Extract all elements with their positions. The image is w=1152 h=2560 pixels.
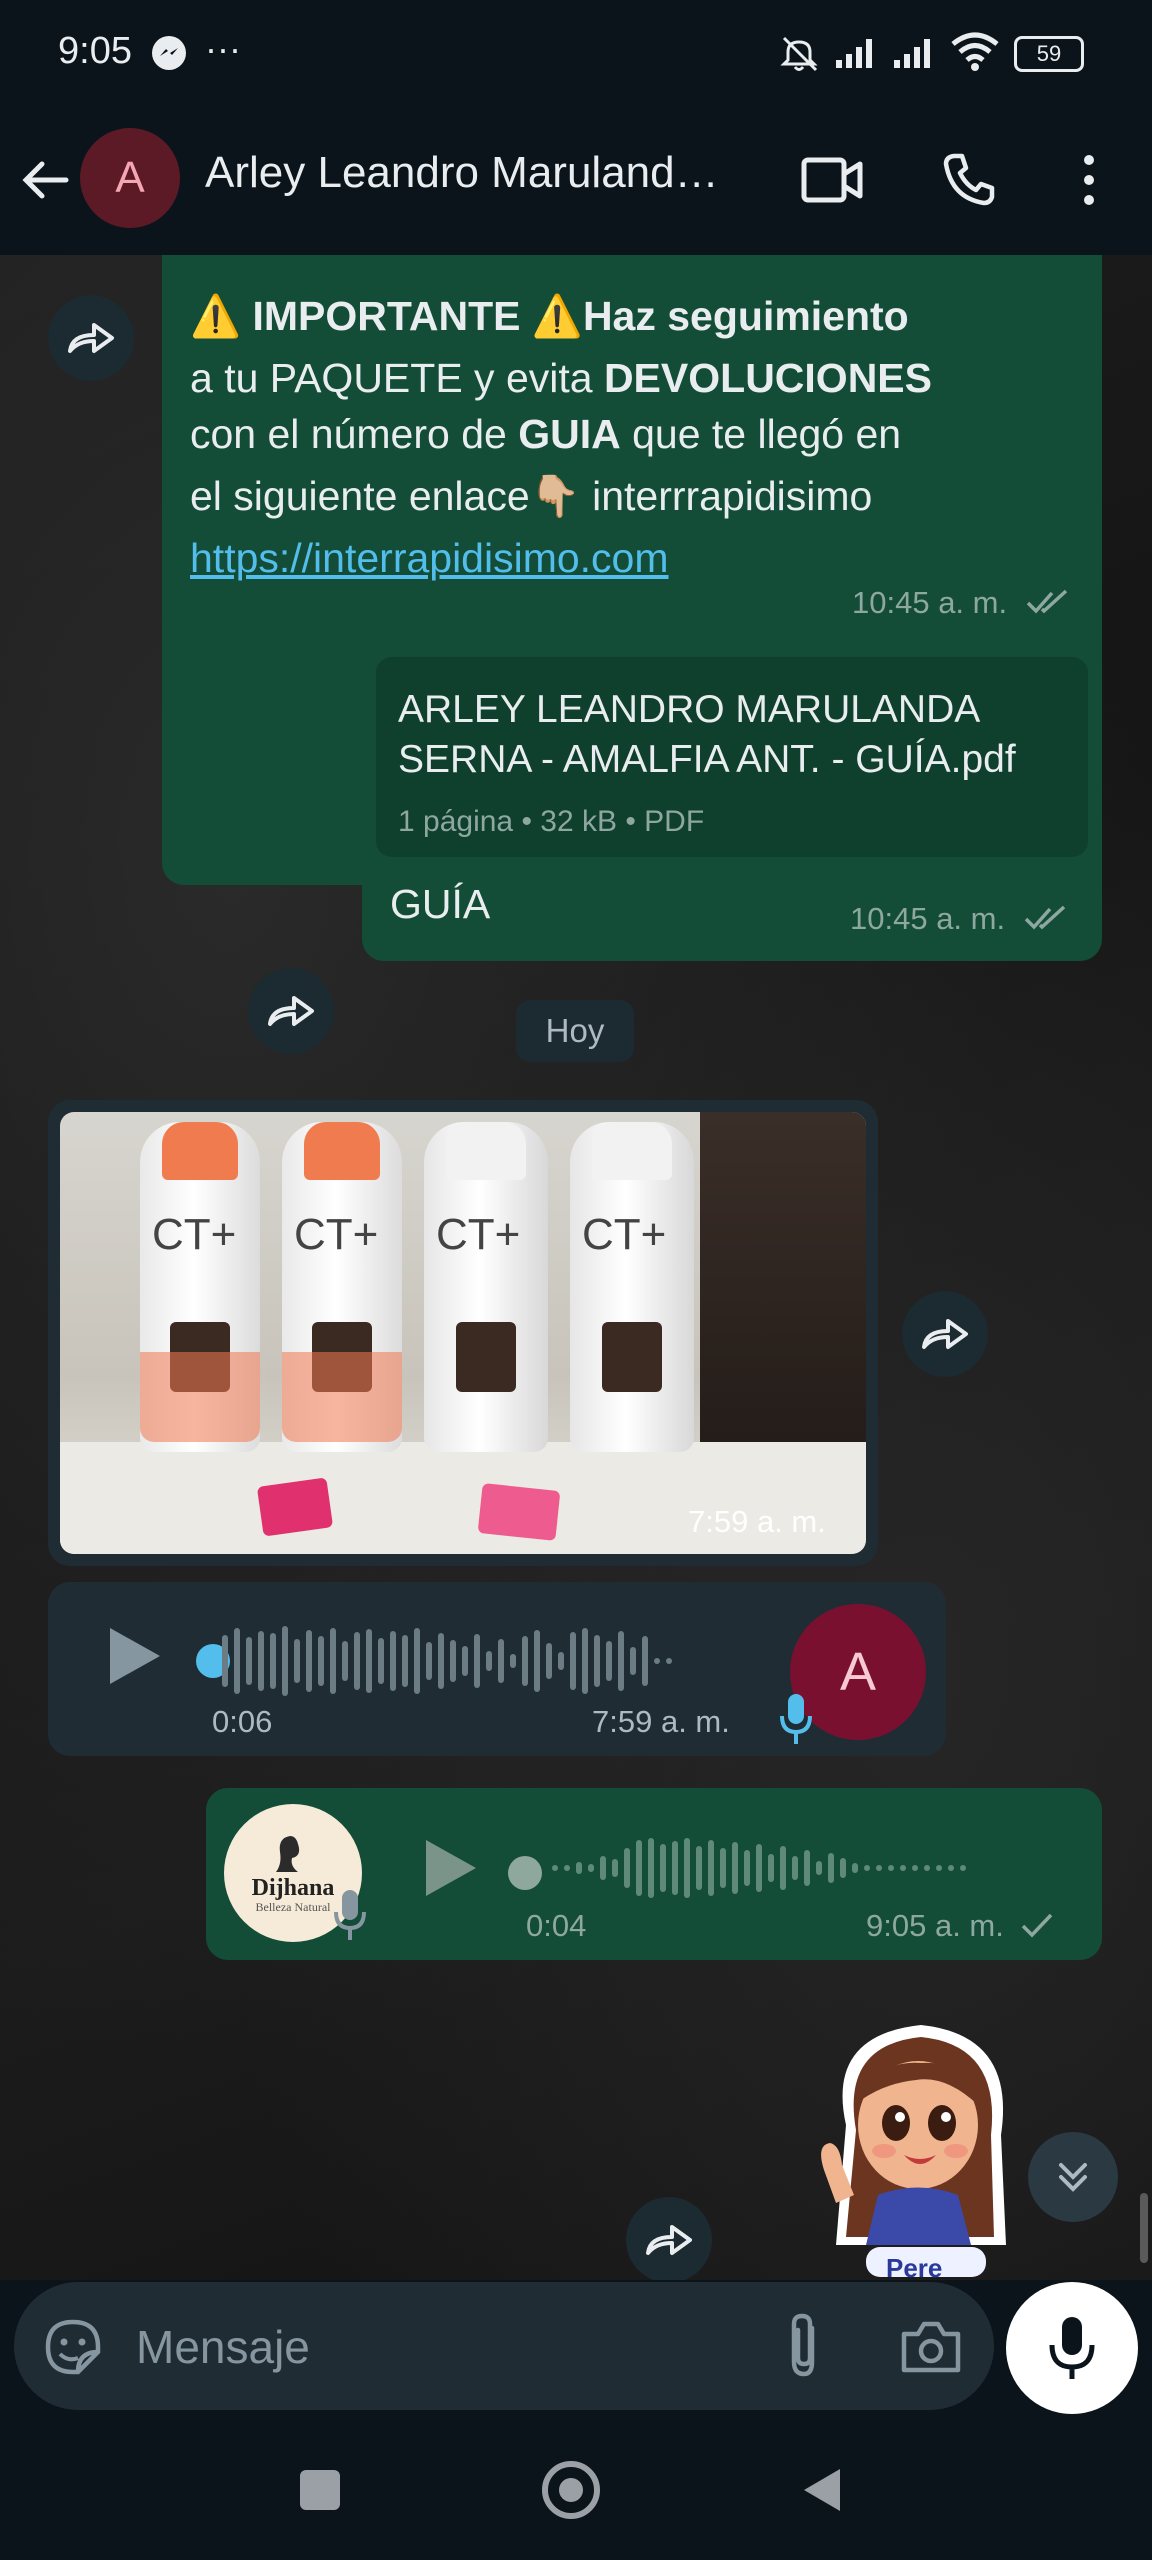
scroll-to-bottom-button[interactable] [1028,2132,1118,2222]
message-time: 10:45 a. m. [852,585,1008,620]
important-subheading: Haz seguimiento [582,293,909,339]
video-call-icon[interactable] [800,152,864,213]
logo-brand: Dijhana [251,1875,335,1901]
status-time: 9:05 [58,30,132,72]
logo-subtitle: Belleza Natural [255,1900,331,1914]
voice-progress-dot[interactable] [508,1856,542,1890]
mute-icon [776,30,822,81]
signal-icon-1 [834,36,880,75]
product-label: CT+ [582,1210,667,1259]
attach-icon[interactable] [784,2312,824,2385]
message-text: interrrapidisimo [580,473,873,519]
document-file-info: 1 página • 32 kB • PDF [398,805,705,838]
recent-apps-button[interactable] [300,2470,340,2510]
messenger-icon [152,36,186,70]
soap-package [256,1477,334,1537]
product-bottle: CT+ [424,1122,548,1452]
microphone-icon [776,1690,816,1753]
single-check-icon [1020,1910,1054,1946]
home-button[interactable] [542,2461,600,2519]
product-label: CT+ [436,1210,521,1259]
double-check-icon [1026,587,1070,623]
scrollbar-thumb[interactable] [1140,2193,1148,2263]
document-card[interactable]: ARLEY LEANDRO MARULANDA SERNA - AMALFIA … [376,657,1088,857]
soap-package [477,1483,561,1541]
tracking-link[interactable]: https://interrapidisimo.com [190,527,669,589]
woman-silhouette-icon [276,1836,300,1872]
double-chevron-down-icon [1059,2163,1087,2192]
product-label: CT+ [152,1210,237,1259]
chat-area[interactable]: ⚠️ IMPORTANTE ⚠️Haz seguimiento a tu PAQ… [0,255,1152,2280]
contact-name[interactable]: Arley Leandro Maruland… [205,148,719,198]
product-bottle: CT+ [282,1122,402,1452]
wifi-icon [950,30,1000,77]
date-divider: Hoy [516,1000,634,1062]
forward-button[interactable] [626,2197,712,2280]
camera-icon[interactable] [900,2320,962,2379]
voice-duration: 0:04 [526,1908,587,1943]
battery-level: 59 [1036,41,1062,66]
sticker-cartoon-girl[interactable]: Pere [806,2005,1036,2280]
pointing-down-icon: 👇🏼 [529,473,581,519]
warning-icon: ⚠️ [190,293,242,339]
message-text-bold: DEVOLUCIONES [603,355,932,401]
voice-waveform [552,1838,1072,1910]
record-voice-button[interactable] [1006,2282,1138,2414]
message-time: 7:59 a. m. [592,1704,730,1739]
more-notifications-icon: ··· [205,28,241,69]
emoji-sticker-icon[interactable] [42,2316,104,2383]
voice-call-icon[interactable] [940,150,998,213]
forward-button[interactable] [248,968,334,1054]
forward-button[interactable] [902,1291,988,1377]
warning-icon: ⚠️ [531,293,583,339]
message-input-placeholder[interactable]: Mensaje [136,2320,310,2374]
message-text: el siguiente enlace [190,473,530,519]
play-icon[interactable] [104,1624,164,1693]
message-input-bar[interactable]: Mensaje [14,2282,994,2410]
microphone-icon [330,1886,370,1949]
contact-avatar[interactable]: A [80,128,180,228]
product-bottle: CT+ [570,1122,694,1452]
message-text-bold: GUIA [518,411,621,457]
product-label: CT+ [294,1210,379,1259]
message-bubble-document[interactable]: ARLEY LEANDRO MARULANDA SERNA - AMALFIA … [362,643,1102,961]
important-heading: IMPORTANTE [252,293,521,339]
message-time: 10:45 a. m. [850,901,1006,936]
battery-indicator: 59 [1014,36,1084,72]
double-check-icon [1024,903,1068,939]
voice-duration: 0:06 [212,1704,273,1739]
message-text: que te llegó en [620,411,902,457]
back-button[interactable] [800,2465,844,2520]
message-bubble-image[interactable]: CT+ CT+ CT+ CT+ 7:59 a. m. [48,1100,878,1566]
back-arrow-icon[interactable] [18,152,74,213]
product-bottle: CT+ [140,1122,260,1452]
message-time: 7:59 a. m. [688,1504,826,1539]
chat-header: A Arley Leandro Maruland… [0,110,1152,255]
microphone-icon [1049,2317,1095,2379]
document-file-name: ARLEY LEANDRO MARULANDA SERNA - AMALFIA … [398,688,1016,781]
date-divider-label: Hoy [545,1012,605,1049]
document-caption: GUÍA [390,881,491,927]
message-text: con el número de [190,411,519,457]
sticker-text: Pere [886,2253,943,2280]
message-time: 9:05 a. m. [866,1908,1004,1943]
play-icon[interactable] [420,1836,480,1905]
system-navigation-bar [0,2425,1152,2560]
message-text: a tu PAQUETE y evita [190,355,604,401]
forward-button[interactable] [48,295,134,381]
status-bar: 9:05 ··· 59 [0,0,1152,110]
voice-message-outgoing[interactable]: Dijhana Belleza Natural 0:04 9:05 a. m. [206,1788,1102,1960]
voice-waveform [222,1626,782,1698]
voice-message-incoming[interactable]: 0:06 7:59 a. m. A [48,1582,946,1756]
more-options-icon[interactable] [1072,150,1106,215]
message-bubble-important-body: ⚠️ IMPORTANTE ⚠️Haz seguimiento a tu PAQ… [162,255,1102,635]
product-photo[interactable]: CT+ CT+ CT+ CT+ 7:59 a. m. [60,1112,866,1554]
signal-icon-2 [892,36,938,75]
